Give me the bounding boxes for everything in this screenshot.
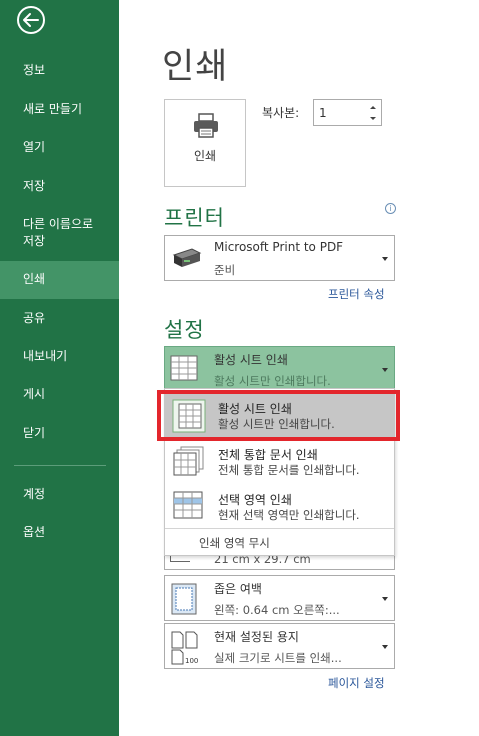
nav-options[interactable]: 옵션 bbox=[0, 524, 119, 542]
scaling-dropdown[interactable]: 100 현재 설정된 용지 실제 크기로 시트를 인쇄... bbox=[164, 623, 395, 669]
print-button-label: 인쇄 bbox=[193, 149, 217, 163]
menu-item-sub: 전체 통합 문서를 인쇄합니다. bbox=[218, 463, 360, 477]
menu-item-selection[interactable]: 선택 영역 인쇄 현재 선택 영역만 인쇄합니다. bbox=[165, 484, 394, 530]
spin-down-icon[interactable] bbox=[368, 113, 378, 124]
info-icon[interactable]: i bbox=[385, 203, 396, 214]
nav-save-as[interactable]: 다른 이름으로 저장 bbox=[0, 216, 119, 252]
page-title: 인쇄 bbox=[162, 47, 229, 87]
menu-item-sub: 활성 시트만 인쇄합니다. bbox=[218, 417, 335, 431]
chevron-down-icon bbox=[382, 645, 388, 649]
menu-item-main: 선택 영역 인쇄 bbox=[218, 493, 292, 507]
nav-close[interactable]: 닫기 bbox=[0, 425, 119, 443]
printer-device-icon bbox=[170, 245, 204, 271]
print-scope-menu: 활성 시트 인쇄 활성 시트만 인쇄합니다. 전체 통합 문서 인쇄 전체 통합… bbox=[164, 388, 395, 556]
printer-name: Microsoft Print to PDF bbox=[214, 240, 344, 254]
svg-text:100: 100 bbox=[185, 657, 198, 665]
printer-dropdown[interactable]: Microsoft Print to PDF 준비 bbox=[164, 235, 395, 281]
nav-print[interactable]: 인쇄 bbox=[0, 261, 119, 299]
menu-item-entire-workbook[interactable]: 전체 통합 문서 인쇄 전체 통합 문서를 인쇄합니다. bbox=[165, 439, 394, 485]
ignore-print-area-option[interactable]: 인쇄 영역 무시 bbox=[199, 535, 270, 551]
menu-item-main: 전체 통합 문서 인쇄 bbox=[218, 448, 318, 462]
sheet-icon bbox=[171, 398, 207, 434]
sheet-icon bbox=[170, 355, 200, 383]
copies-label: 복사본: bbox=[262, 106, 300, 120]
nav-info[interactable]: 정보 bbox=[0, 62, 119, 80]
nav-share[interactable]: 공유 bbox=[0, 310, 119, 328]
nav-export[interactable]: 내보내기 bbox=[0, 348, 119, 366]
workbook-icon bbox=[173, 445, 205, 477]
margins-icon bbox=[170, 583, 200, 615]
scaling-sub: 실제 크기로 시트를 인쇄... bbox=[214, 651, 342, 665]
print-scope-main: 활성 시트 인쇄 bbox=[214, 353, 288, 367]
chevron-down-icon bbox=[382, 368, 388, 372]
nav-divider bbox=[14, 465, 106, 466]
print-button[interactable]: 인쇄 bbox=[164, 99, 246, 187]
printer-section-title: 프린터 bbox=[164, 206, 225, 230]
menu-item-active-sheet[interactable]: 활성 시트 인쇄 활성 시트만 인쇄합니다. bbox=[165, 393, 394, 439]
printer-status: 준비 bbox=[214, 263, 236, 277]
copies-stepper[interactable]: 1 bbox=[313, 99, 382, 126]
printer-properties-link[interactable]: 프린터 속성 bbox=[328, 286, 385, 302]
excel-backstage: 정보 새로 만들기 열기 저장 다른 이름으로 저장 인쇄 공유 내보내기 게시… bbox=[0, 0, 479, 736]
nav-publish[interactable]: 게시 bbox=[0, 386, 119, 404]
settings-section-title: 설정 bbox=[164, 318, 205, 342]
scaling-main: 현재 설정된 용지 bbox=[214, 630, 299, 644]
page-setup-link[interactable]: 페이지 설정 bbox=[328, 675, 385, 691]
scaling-icon: 100 bbox=[169, 630, 201, 666]
menu-item-sub: 현재 선택 영역만 인쇄합니다. bbox=[218, 508, 360, 522]
print-scope-dropdown[interactable]: 활성 시트 인쇄 활성 시트만 인쇄합니다. bbox=[164, 346, 395, 392]
spin-up-icon[interactable] bbox=[368, 102, 378, 113]
menu-item-main: 활성 시트 인쇄 bbox=[218, 402, 292, 416]
margins-main: 좁은 여백 bbox=[214, 582, 262, 596]
printer-icon bbox=[191, 112, 221, 140]
back-arrow-icon[interactable] bbox=[13, 2, 53, 38]
menu-divider bbox=[165, 528, 394, 529]
print-scope-sub: 활성 시트만 인쇄합니다. bbox=[214, 374, 331, 388]
selection-icon bbox=[173, 490, 205, 522]
chevron-down-icon bbox=[382, 257, 388, 261]
margins-dropdown[interactable]: 좁은 여백 왼쪽: 0.64 cm 오른쪽:... bbox=[164, 575, 395, 621]
chevron-down-icon bbox=[382, 597, 388, 601]
nav-new[interactable]: 새로 만들기 bbox=[0, 101, 119, 119]
nav-account[interactable]: 계정 bbox=[0, 486, 119, 504]
copies-value[interactable]: 1 bbox=[319, 106, 327, 120]
sidebar: 정보 새로 만들기 열기 저장 다른 이름으로 저장 인쇄 공유 내보내기 게시… bbox=[0, 0, 119, 736]
nav-save[interactable]: 저장 bbox=[0, 178, 119, 196]
nav-open[interactable]: 열기 bbox=[0, 139, 119, 157]
margins-sub: 왼쪽: 0.64 cm 오른쪽:... bbox=[214, 603, 340, 617]
